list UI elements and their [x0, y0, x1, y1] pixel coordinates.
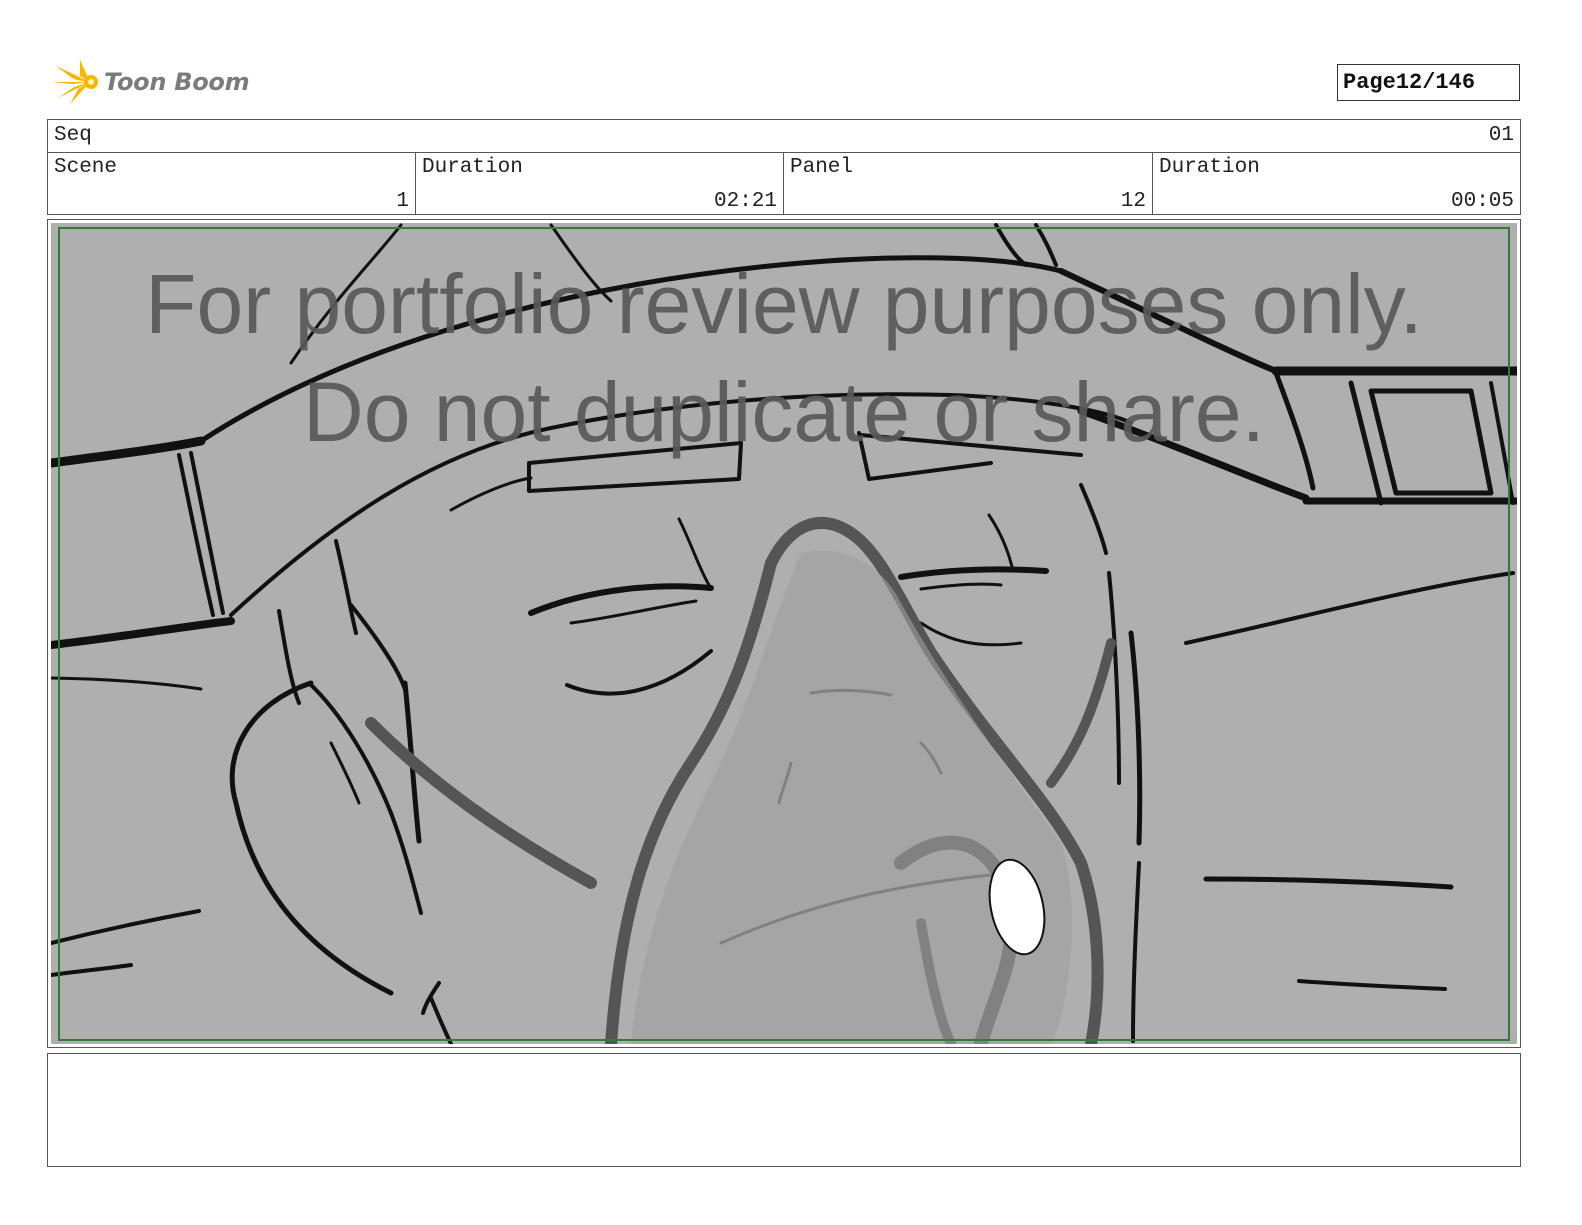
watermark-line-2: Do not duplicate or share. — [303, 365, 1265, 459]
toon-boom-logo: Toon Boom — [50, 56, 250, 108]
scene-cell: Scene 1 — [48, 152, 416, 214]
notes-box — [47, 1053, 1521, 1167]
scene-label: Scene — [54, 156, 118, 179]
scene-value: 1 — [396, 190, 409, 213]
panel-info-table: Seq 01 Scene 1 Duration 02:21 Panel 12 D… — [47, 119, 1521, 215]
panel-label: Panel — [790, 156, 854, 179]
seq-value: 01 — [1488, 124, 1514, 147]
watermark-line-1: For portfolio review purposes only. — [145, 257, 1423, 351]
scene-duration-value: 02:21 — [713, 190, 777, 213]
starburst-icon — [52, 60, 98, 104]
panel-duration-label: Duration — [1159, 156, 1260, 179]
scene-duration-cell: Duration 02:21 — [416, 152, 784, 214]
seq-row: Seq 01 — [48, 120, 1520, 153]
panel-duration-cell: Duration 00:05 — [1153, 152, 1520, 214]
panel-cell: Panel 12 — [784, 152, 1153, 214]
page-value: 12/146 — [1395, 70, 1476, 95]
panel-duration-value: 00:05 — [1450, 190, 1514, 213]
panel-value: 12 — [1120, 190, 1146, 213]
seq-label: Seq — [54, 124, 92, 147]
page-label: Page — [1343, 70, 1396, 95]
page-counter: Page 12/146 — [1337, 64, 1520, 101]
logo-text: Toon Boom — [104, 68, 250, 96]
scene-duration-label: Duration — [422, 156, 523, 179]
